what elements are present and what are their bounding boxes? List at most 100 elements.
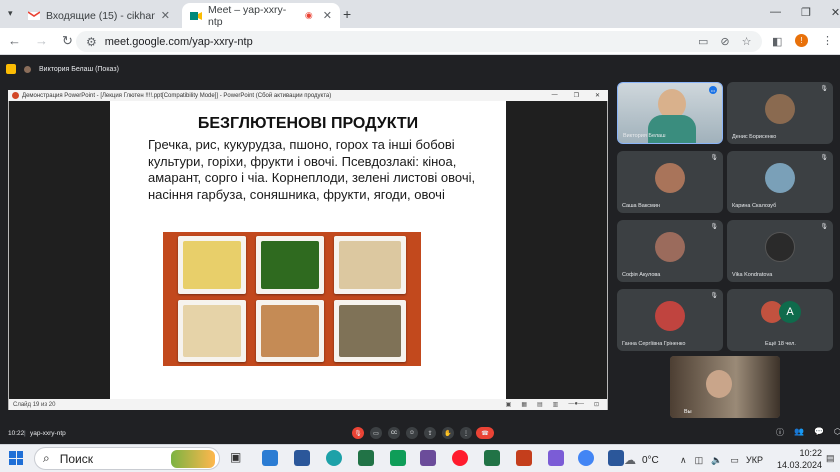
opera-icon[interactable] <box>452 450 468 466</box>
mic-muted-icon: 🎙 <box>820 86 828 92</box>
self-label: Вы <box>684 409 692 415</box>
reading-view-icon[interactable]: ▤ <box>537 401 543 408</box>
raise-hand-button[interactable]: ✋ <box>442 427 454 439</box>
edge-icon[interactable] <box>326 450 342 466</box>
view-controls: ▣ ▦ ▤ ▥ —●— ⊡ <box>506 401 599 408</box>
word-icon[interactable] <box>608 450 624 466</box>
bookmark-star-icon[interactable]: ☆ <box>742 35 752 48</box>
info-icon[interactable]: ⓘ <box>776 427 784 438</box>
avatar <box>765 232 795 262</box>
camera-icon[interactable]: ▭ <box>698 35 708 48</box>
mic-muted-icon: 🎙 <box>820 155 828 161</box>
normal-view-icon[interactable]: ▣ <box>506 401 512 408</box>
participant-name: Карина Скалозуб <box>732 203 777 209</box>
weather-temp[interactable]: 0°C <box>642 455 659 466</box>
participant-tile[interactable]: 🎙 Денис Борисенко <box>727 82 833 144</box>
slideshow-icon[interactable]: ▥ <box>553 401 559 408</box>
people-icon[interactable]: 👥 <box>794 427 804 438</box>
tab-title: Meet – yap-xxry-ntp <box>208 3 287 28</box>
profile-avatar[interactable]: ! <box>795 34 808 47</box>
word-icon[interactable] <box>294 450 310 466</box>
activities-icon[interactable]: ⬡ <box>834 427 840 438</box>
side-panel-icon[interactable]: ◧ <box>772 35 782 48</box>
meet-icon <box>190 11 202 21</box>
start-icon[interactable] <box>9 451 23 465</box>
powerpoint-statusbar: Слайд 19 из 20 ▣ ▦ ▤ ▥ —●— ⊡ <box>9 399 607 410</box>
side-controls: ⓘ 👥 💬 ⬡ 🔒 <box>776 427 840 438</box>
close-icon[interactable]: ✕ <box>595 92 600 99</box>
zoom-slider[interactable]: —●— <box>568 401 584 408</box>
notifications-icon[interactable]: ▤ <box>826 453 835 464</box>
forward-icon[interactable]: → <box>35 33 48 49</box>
captions-button[interactable]: cc <box>388 427 400 439</box>
excel-icon[interactable] <box>484 450 500 466</box>
avatar-letter: A <box>779 301 801 323</box>
mic-muted-icon: 🎙 <box>820 224 828 230</box>
mic-off-button[interactable]: 🎙 <box>352 427 364 439</box>
new-tab-button[interactable]: + <box>343 6 351 22</box>
powerpoint-titlebar: Демонстрация PowerPoint - [Лекция Глютен… <box>8 90 608 101</box>
slide-sorter-icon[interactable]: ▦ <box>521 401 527 408</box>
tab-gmail[interactable]: Входящие (15) - cikhanovskaja ✕ <box>20 3 178 28</box>
menu-dots-icon[interactable]: ⋮ <box>822 34 833 47</box>
site-info-icon[interactable]: ⚙ <box>86 35 97 49</box>
battery-icon[interactable]: ▭ <box>730 455 739 466</box>
participant-tile[interactable]: 🎙 Карина Скалозуб <box>727 151 833 213</box>
speaker-icon[interactable]: 🔈 <box>711 455 722 466</box>
viber-icon[interactable] <box>548 450 564 466</box>
address-bar[interactable]: ⚙ meet.google.com/yap-xxry-ntp <box>76 31 762 52</box>
participant-tile[interactable]: 🎙 Vika Kondratova <box>727 220 833 282</box>
participant-name: Vika Kondratova <box>732 272 773 278</box>
presenter-avatar <box>24 65 31 73</box>
excel-icon[interactable] <box>358 450 374 466</box>
task-view-icon[interactable]: ▣ <box>230 450 246 466</box>
meeting-time: 10:22 <box>8 429 25 437</box>
app-icon[interactable] <box>420 450 436 466</box>
presenter-bar: Виктория Белаш (Показ) <box>0 60 840 78</box>
close-window-icon[interactable]: ✕ <box>831 6 840 19</box>
chevron-up-icon[interactable]: ∧ <box>680 455 687 466</box>
tab-title: Входящие (15) - cikhanovskaja <box>46 9 155 22</box>
avatar <box>655 232 685 262</box>
network-icon[interactable]: ◫ <box>695 455 704 466</box>
emoji-button[interactable]: ☺ <box>406 427 418 439</box>
powerpoint-icon[interactable] <box>516 450 532 466</box>
window-title: Демонстрация PowerPoint - [Лекция Глютен… <box>22 92 332 99</box>
participant-tile[interactable]: 🎙 Софія Акулова <box>617 220 723 282</box>
chat-icon[interactable]: 💬 <box>814 427 824 438</box>
reload-icon[interactable]: ↻ <box>62 33 73 49</box>
minimize-icon[interactable]: — <box>552 92 558 99</box>
more-participants-tile[interactable]: A Ещё 18 чел. <box>727 289 833 351</box>
participant-tile[interactable]: Виктория Белаш ••• <box>617 82 723 144</box>
close-icon[interactable]: ✕ <box>161 9 170 22</box>
leave-call-button[interactable]: ☎ <box>476 427 494 439</box>
restore-icon[interactable]: ❐ <box>801 6 811 19</box>
more-options-button[interactable]: ⋮ <box>460 427 472 439</box>
tab-meet[interactable]: Meet – yap-xxry-ntp ◉ ✕ <box>182 3 340 28</box>
tab-search-icon[interactable]: ▾ <box>8 8 13 19</box>
slide-title: БЕЗГЛЮТЕНОВІ ПРОДУКТИ <box>197 115 419 132</box>
chrome-icon[interactable] <box>578 450 594 466</box>
close-icon[interactable]: ✕ <box>323 9 332 22</box>
mail-app-icon[interactable] <box>262 450 278 466</box>
language-indicator[interactable]: УКР <box>746 455 763 465</box>
avatar <box>655 301 685 331</box>
back-icon[interactable]: ← <box>8 33 21 49</box>
clock[interactable]: 10:22 14.03.2024 <box>770 447 822 471</box>
participant-name: Ганна Сергіївна Гріненко <box>622 341 686 347</box>
participant-tile[interactable]: 🎙 Ганна Сергіївна Гріненко <box>617 289 723 351</box>
camera-button[interactable]: ▭ <box>370 427 382 439</box>
minimize-icon[interactable]: — <box>770 6 781 19</box>
participant-tile[interactable]: 🎙 Саша Ваксмин <box>617 151 723 213</box>
present-button[interactable]: ⇪ <box>424 427 436 439</box>
cast-icon[interactable]: ⊘ <box>720 35 729 48</box>
participant-name: Денис Борисенко <box>732 134 777 140</box>
participant-body <box>648 115 696 143</box>
restore-icon[interactable]: ❐ <box>574 92 579 99</box>
fit-slide-icon[interactable]: ⊡ <box>594 401 599 408</box>
meet-controls-bar: 10:22 | yap-xxry-ntp <box>8 429 66 437</box>
clock-date: 14.03.2024 <box>776 460 822 470</box>
app-icon[interactable] <box>390 450 406 466</box>
taskbar-search[interactable]: ⌕ Поиск <box>34 447 220 470</box>
self-view[interactable]: Вы <box>670 356 780 418</box>
